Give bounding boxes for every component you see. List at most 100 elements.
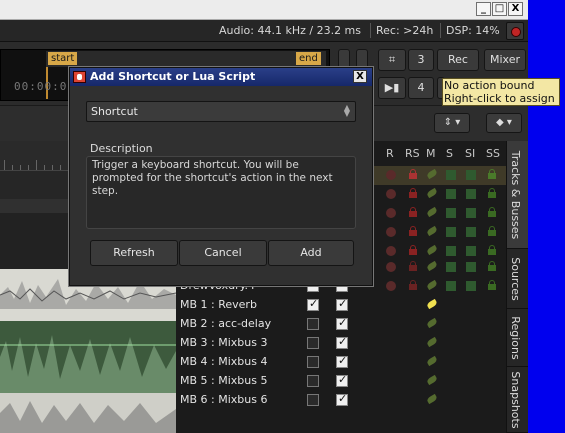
active-checkbox[interactable] [336, 335, 348, 349]
rec-safe-icon[interactable] [408, 188, 418, 199]
crop-icon[interactable]: ⌗ [378, 49, 406, 71]
record-enable-icon[interactable] [386, 262, 396, 272]
solo-safe-icon[interactable] [487, 245, 497, 256]
tab-sources[interactable]: Sources [507, 249, 528, 309]
solo-safe-icon[interactable] [487, 207, 497, 218]
mute-icon[interactable] [426, 393, 438, 405]
solo-icon[interactable] [446, 189, 456, 199]
waveform-region[interactable] [0, 393, 176, 433]
window-titlebar[interactable]: _ □ X [0, 0, 528, 20]
tab-tracks-busses[interactable]: Tracks & Busses [507, 141, 528, 249]
mute-icon[interactable] [426, 168, 438, 180]
record-enable-icon[interactable] [386, 227, 396, 237]
tab-regions[interactable]: Regions [507, 309, 528, 367]
action-type-select[interactable]: Shortcut ▲ ▼ [86, 101, 356, 122]
solo-icon[interactable] [446, 227, 456, 237]
solo-icon[interactable] [446, 262, 456, 272]
cancel-button[interactable]: Cancel [179, 240, 267, 266]
table-row[interactable]: MB 3 : Mixbus 3 [176, 334, 506, 353]
start-marker[interactable]: start [48, 52, 78, 65]
dialog-close-button[interactable]: X [353, 70, 367, 83]
solo-icon[interactable] [466, 281, 476, 291]
maximize-button[interactable]: □ [492, 2, 507, 16]
solo-icon[interactable] [446, 281, 456, 291]
minimize-button[interactable]: _ [476, 2, 491, 16]
rec-safe-icon[interactable] [408, 245, 418, 256]
table-row[interactable]: MB 5 : Mixbus 5 [176, 372, 506, 391]
visible-checkbox[interactable] [307, 394, 319, 406]
active-checkbox[interactable] [336, 297, 348, 311]
close-window-button[interactable]: X [508, 2, 523, 16]
button-4[interactable]: 4 [408, 77, 434, 99]
solo-isolate-icon[interactable] [466, 170, 476, 180]
mute-icon[interactable] [426, 225, 438, 237]
record-indicator-icon[interactable] [506, 22, 524, 40]
zoom-focus-select[interactable]: ◆ ▾ [486, 113, 522, 133]
table-row[interactable]: MB 1 : Reverb [176, 296, 506, 315]
button-3[interactable]: 3 [408, 49, 434, 71]
mute-icon[interactable] [426, 260, 438, 272]
solo-safe-icon[interactable] [487, 188, 497, 199]
status-divider [440, 23, 441, 38]
mute-icon[interactable] [426, 374, 438, 386]
solo-icon[interactable] [466, 246, 476, 256]
mute-icon[interactable] [426, 244, 438, 256]
mute-icon[interactable] [426, 336, 438, 348]
record-enable-icon[interactable] [386, 189, 396, 199]
end-marker[interactable]: end [296, 52, 321, 65]
nudge-select[interactable]: ⇕ ▾ [434, 113, 470, 133]
mute-icon[interactable] [426, 355, 438, 367]
mute-icon[interactable] [426, 279, 438, 291]
ruler-tick [60, 165, 61, 170]
solo-icon[interactable] [466, 227, 476, 237]
record-enable-icon[interactable] [386, 246, 396, 256]
active-checkbox[interactable] [336, 392, 348, 406]
table-row[interactable]: MB 4 : Mixbus 4 [176, 353, 506, 372]
visible-checkbox[interactable] [307, 318, 319, 330]
rec-safe-icon[interactable] [408, 169, 418, 180]
rec-safe-icon[interactable] [408, 226, 418, 237]
solo-icon[interactable] [466, 189, 476, 199]
ruler-tick [28, 165, 29, 170]
visible-checkbox[interactable] [307, 297, 319, 311]
visible-checkbox[interactable] [307, 356, 319, 368]
mute-icon[interactable] [426, 317, 438, 329]
visible-checkbox[interactable] [307, 337, 319, 349]
dialog-titlebar[interactable]: Add Shortcut or Lua Script X [70, 68, 372, 86]
solo-icon[interactable] [446, 246, 456, 256]
solo-icon[interactable] [446, 170, 456, 180]
table-row[interactable]: MB 2 : acc-delay [176, 315, 506, 334]
solo-safe-icon[interactable] [487, 280, 497, 291]
rec-button[interactable]: Rec [437, 49, 479, 71]
mixer-button[interactable]: Mixer [484, 49, 526, 71]
tab-snapshots[interactable]: Snapshots [507, 367, 528, 433]
record-enable-icon[interactable] [386, 208, 396, 218]
mute-icon[interactable] [426, 187, 438, 199]
rec-safe-icon[interactable] [408, 280, 418, 291]
table-row[interactable]: MB 6 : Mixbus 6 [176, 391, 506, 410]
record-enable-icon[interactable] [386, 281, 396, 291]
solo-safe-icon[interactable] [487, 261, 497, 272]
rec-safe-icon[interactable] [408, 261, 418, 272]
solo-safe-icon[interactable] [487, 169, 497, 180]
track-name: MB 3 : Mixbus 3 [180, 336, 268, 349]
solo-icon[interactable] [446, 208, 456, 218]
solo-safe-icon[interactable] [487, 226, 497, 237]
add-button[interactable]: Add [268, 240, 354, 266]
record-enable-icon[interactable] [386, 170, 396, 180]
visible-checkbox[interactable] [307, 375, 319, 387]
rec-safe-icon[interactable] [408, 207, 418, 218]
active-checkbox[interactable] [336, 373, 348, 387]
active-checkbox[interactable] [336, 316, 348, 330]
track-name: MB 1 : Reverb [180, 298, 257, 311]
mute-icon[interactable] [426, 206, 438, 218]
mute-icon[interactable] [426, 298, 438, 310]
solo-icon[interactable] [466, 262, 476, 272]
refresh-button[interactable]: Refresh [90, 240, 178, 266]
solo-icon[interactable] [466, 208, 476, 218]
ruler-tick [4, 160, 5, 170]
waveform-region[interactable] [0, 321, 176, 393]
loop-range-bar[interactable] [46, 51, 326, 67]
active-checkbox[interactable] [336, 354, 348, 368]
video-icon[interactable]: ▶▮ [378, 77, 406, 99]
